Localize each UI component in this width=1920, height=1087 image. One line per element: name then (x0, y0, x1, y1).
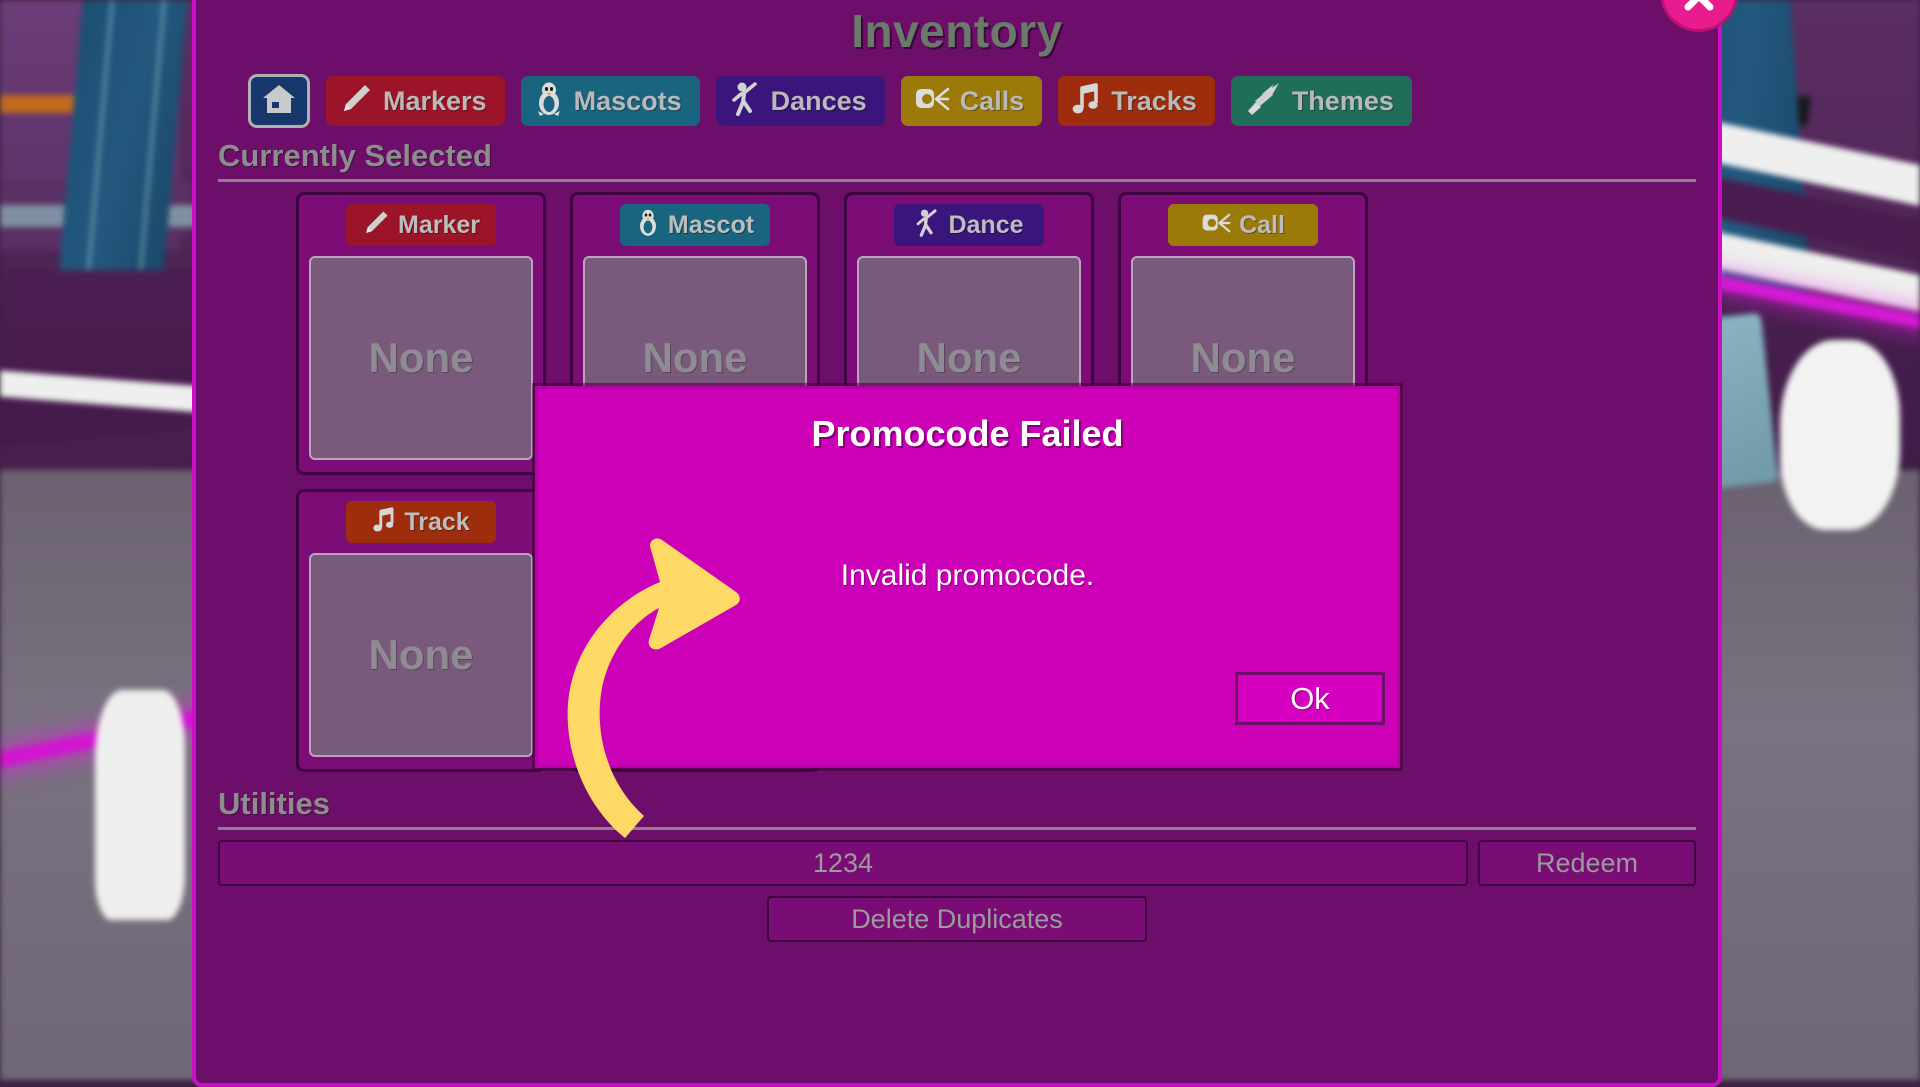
utilities-section: Utilities 1234 Redeem Delete Duplicates (218, 786, 1696, 942)
promocode-row: 1234 Redeem (218, 840, 1696, 886)
penguin-mascot-icon (534, 81, 564, 122)
slot-badge: Track (346, 501, 496, 543)
dancing-person-icon (914, 208, 940, 243)
tab-tracks[interactable]: Tracks (1058, 76, 1215, 126)
page-title: Inventory (196, 4, 1718, 58)
currently-selected-section: Currently Selected (218, 138, 1696, 182)
dancing-person-icon (729, 81, 761, 122)
tab-calls[interactable]: Calls (901, 76, 1043, 126)
tab-label: Calls (960, 86, 1025, 117)
section-divider (218, 827, 1696, 830)
slot-value: None (643, 334, 748, 382)
utilities-controls: 1234 Redeem Delete Duplicates (218, 840, 1696, 942)
slot-badge: Dance (894, 204, 1044, 246)
slot-value: None (369, 334, 474, 382)
tab-bar: Markers Mascots (196, 74, 1718, 128)
megaphone-call-icon (1201, 210, 1231, 241)
slot-value: None (369, 631, 474, 679)
paint-brush-icon (1244, 81, 1282, 122)
section-heading: Currently Selected (218, 138, 1696, 179)
slot-badge-label: Track (404, 508, 469, 537)
slot-badge-label: Call (1239, 211, 1285, 240)
tab-dances[interactable]: Dances (716, 76, 885, 126)
tab-label: Tracks (1111, 86, 1197, 117)
slot-badge: Call (1168, 204, 1318, 246)
promocode-failed-dialog: Promocode Failed Invalid promocode. Ok (535, 386, 1400, 768)
slot-badge-label: Dance (948, 211, 1023, 240)
bg-prop-white-right (1780, 340, 1900, 530)
pencil-marker-icon (339, 82, 373, 121)
bg-prop-white-left (95, 690, 185, 920)
slot-badge-label: Marker (398, 211, 480, 240)
slot-badge: Mascot (620, 204, 770, 246)
redeem-button[interactable]: Redeem (1478, 840, 1696, 886)
pencil-marker-icon (362, 209, 390, 242)
tab-label: Mascots (574, 86, 682, 117)
music-note-icon (1071, 82, 1101, 121)
slot-badge-label: Mascot (668, 211, 754, 240)
section-heading: Utilities (218, 786, 1696, 827)
slot-value: None (1191, 334, 1296, 382)
slot-body: None (309, 256, 533, 460)
tab-markers[interactable]: Markers (326, 76, 505, 126)
tab-mascots[interactable]: Mascots (521, 76, 700, 126)
music-note-icon (372, 506, 396, 539)
section-divider (218, 179, 1696, 182)
slot-marker[interactable]: Marker None (296, 192, 546, 475)
delete-duplicates-button[interactable]: Delete Duplicates (767, 896, 1147, 942)
slot-body: None (309, 553, 533, 757)
close-x-icon (1680, 0, 1718, 20)
slot-badge: Marker (346, 204, 496, 246)
ok-button[interactable]: Ok (1235, 672, 1385, 725)
penguin-mascot-icon (636, 208, 660, 243)
slot-value: None (917, 334, 1022, 382)
tab-themes[interactable]: Themes (1231, 76, 1412, 126)
dialog-message: Invalid promocode. (538, 559, 1397, 593)
tab-home[interactable] (248, 74, 310, 128)
tab-label: Markers (383, 86, 487, 117)
dialog-title: Promocode Failed (538, 413, 1397, 455)
home-icon (261, 82, 297, 121)
promocode-input[interactable]: 1234 (218, 840, 1468, 886)
tab-label: Themes (1292, 86, 1394, 117)
megaphone-call-icon (914, 84, 950, 119)
slot-track[interactable]: Track None (296, 489, 546, 772)
tab-label: Dances (771, 86, 867, 117)
